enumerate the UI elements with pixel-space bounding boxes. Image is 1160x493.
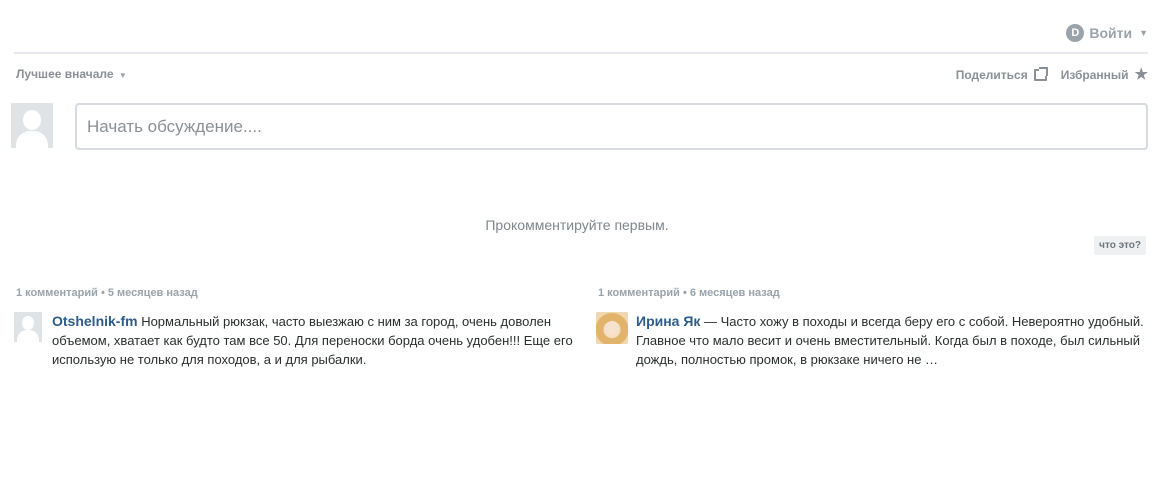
chevron-down-icon: ▼ (1139, 28, 1148, 38)
login-button[interactable]: D Войти ▼ (1066, 24, 1148, 42)
toolbar-actions: Поделиться Избранный ★ (956, 67, 1148, 82)
login-label: Войти (1089, 25, 1133, 41)
disqus-logo-icon: D (1066, 24, 1085, 42)
chevron-down-icon: ▼ (118, 71, 127, 80)
share-label: Поделиться (955, 67, 1028, 82)
author-avatar[interactable] (14, 312, 42, 342)
star-icon: ★ (1134, 66, 1148, 83)
comment-excerpt[interactable]: — Часто хожу в походы и всегда беру его … (636, 314, 1144, 367)
author-avatar[interactable] (596, 312, 628, 344)
author-name-link[interactable]: Otshelnik-fm (52, 313, 138, 329)
empty-discussion-message: Прокомментируйте первым. (485, 217, 669, 233)
recommendation-meta[interactable]: 1 комментарий • 6 месяцев назад (598, 287, 1156, 299)
favorite-button[interactable]: Избранный ★ (1061, 67, 1148, 82)
favorite-label: Избранный (1060, 67, 1129, 82)
recommendation-item: 1 комментарий • 5 месяцев назад Otshelni… (14, 287, 574, 369)
recommendation-meta[interactable]: 1 комментарий • 5 месяцев назад (16, 287, 574, 299)
share-icon (1033, 68, 1047, 81)
comment-input[interactable]: Начать обсуждение.... (75, 103, 1148, 150)
user-avatar (11, 103, 53, 148)
recommendation-item: 1 комментарий • 6 месяцев назад Ирина Як… (596, 287, 1156, 369)
discussion-toolbar: Лучшее вначале ▼ Поделиться Избранный ★ (14, 66, 1148, 84)
author-name-link[interactable]: Ирина Як (636, 313, 700, 329)
top-bar: D Войти ▼ (14, 18, 1148, 54)
share-button[interactable]: Поделиться (956, 68, 1047, 82)
recommendation-text: Otshelnik-fm Нормальный рюкзак, часто вы… (52, 312, 574, 369)
whats-this-link[interactable]: что это? (1094, 236, 1146, 255)
recommendation-text: Ирина Як — Часто хожу в походы и всегда … (636, 312, 1156, 369)
comment-composer: Начать обсуждение.... (11, 103, 1148, 150)
sort-label: Лучшее вначале (16, 67, 114, 81)
sort-dropdown[interactable]: Лучшее вначале ▼ (16, 67, 127, 81)
